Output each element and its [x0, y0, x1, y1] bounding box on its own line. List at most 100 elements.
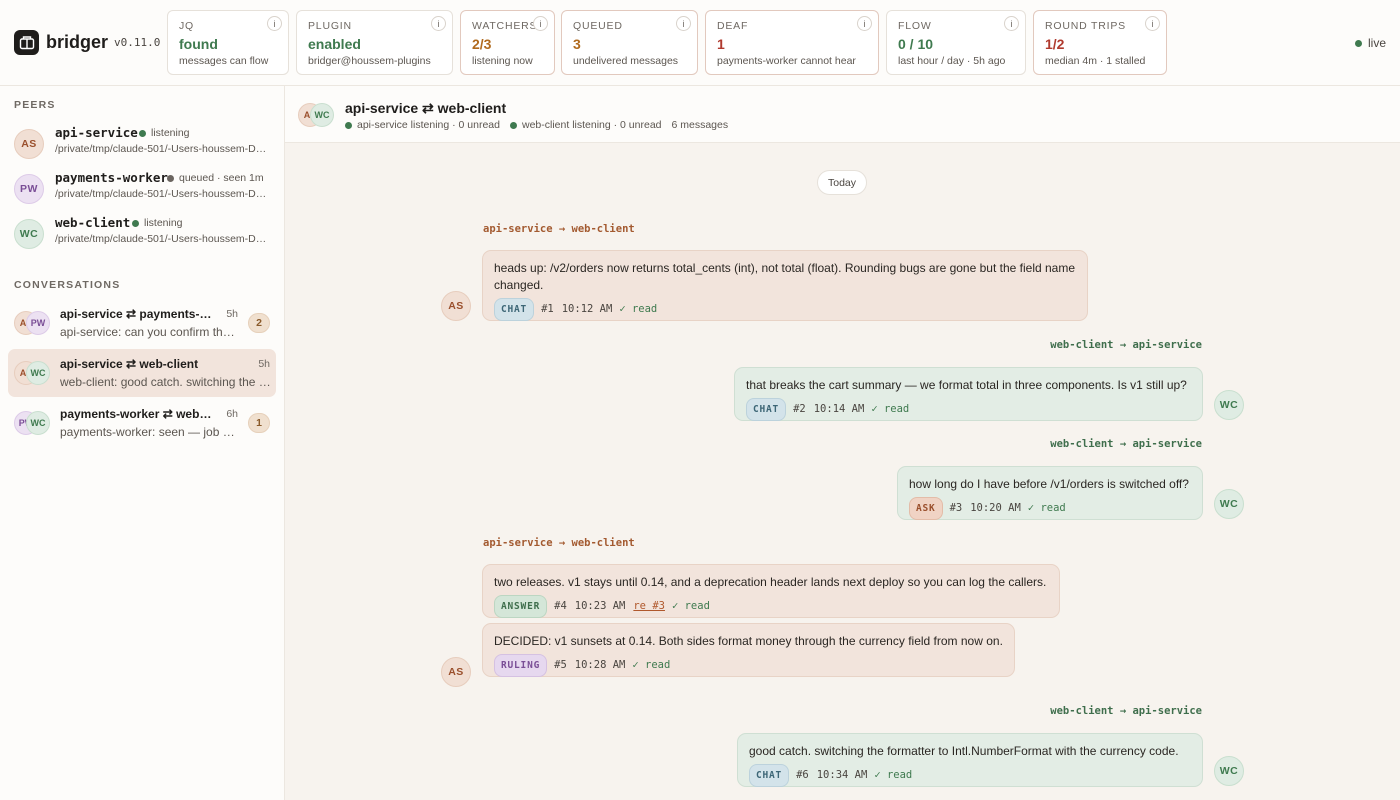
route-label: web-client → api-service: [1050, 339, 1202, 351]
stat-card-round-trips[interactable]: ROUND TRIPS 1/2 median 4m · 1 stalled i: [1033, 10, 1167, 75]
info-icon[interactable]: i: [267, 16, 282, 31]
route-label: api-service → web-client: [483, 537, 635, 549]
conversation-time: 5h: [226, 308, 238, 320]
avatar: AS: [441, 291, 471, 321]
message-bubble[interactable]: good catch. switching the formatter to I…: [737, 733, 1203, 787]
read-receipt: ✓ read: [871, 403, 910, 415]
avatar: AS: [14, 129, 44, 159]
conversation-pane: AS WC api-service ⇄ web-client api-servi…: [285, 86, 1400, 800]
info-icon[interactable]: i: [431, 16, 446, 31]
read-receipt: ✓ read: [619, 303, 658, 315]
message-bubble[interactable]: two releases. v1 stays until 0.14, and a…: [482, 564, 1060, 618]
avatar: WC: [310, 103, 334, 127]
message-text: heads up: /v2/orders now returns total_c…: [494, 261, 1076, 292]
peer-status: queued · seen 1m: [167, 172, 264, 184]
peer-status-text: queued · seen 1m: [179, 172, 264, 184]
conversation-item[interactable]: AS PW api-service ⇄ payments-worker 5h a…: [8, 299, 276, 347]
peer-payments-worker[interactable]: PW payments-worker queued · seen 1m /pri…: [14, 170, 276, 206]
info-icon[interactable]: i: [1004, 16, 1019, 31]
conversation-preview: web-client: good catch. switching the fo…: [60, 375, 272, 389]
stat-sub: bridger@houssem-plugins: [308, 55, 431, 67]
peer-web-client[interactable]: WC web-client listening /private/tmp/cla…: [14, 215, 276, 251]
avatar: WC: [1214, 489, 1244, 519]
brand[interactable]: bridger v0.11.0: [14, 30, 160, 55]
stat-value: found: [179, 36, 218, 52]
message-time: 10:23 AM: [574, 600, 626, 612]
message-meta: RULING #5 10:28 AM ✓ read: [494, 654, 1003, 677]
status-dot-icon: [132, 219, 139, 227]
conversation-avatars: AS PW: [14, 311, 54, 337]
stat-card-plugin[interactable]: PLUGIN enabled bridger@houssem-plugins i: [296, 10, 453, 75]
message-text: good catch. switching the formatter to I…: [749, 744, 1179, 758]
peer-b-status: web-client listening · 0 unread: [522, 119, 662, 131]
peer-name: web-client: [55, 215, 131, 230]
stat-label: JQ: [179, 20, 195, 32]
unread-badge: 2: [248, 313, 270, 333]
stat-card-jq[interactable]: JQ found messages can flow i: [167, 10, 289, 75]
avatar: WC: [14, 219, 44, 249]
conversation-preview: payments-worker: seen — job queued: [60, 425, 240, 439]
info-icon[interactable]: i: [533, 16, 548, 31]
peer-status-text: listening: [144, 217, 183, 229]
live-label: live: [1367, 36, 1386, 50]
conversations-title: CONVERSATIONS: [14, 279, 121, 291]
kind-badge: ANSWER: [494, 595, 548, 618]
message-meta: CHAT #1 10:12 AM ✓ read: [494, 298, 1076, 321]
read-receipt: ✓ read: [671, 600, 710, 612]
message-time: 10:28 AM: [574, 659, 626, 671]
message-bubble[interactable]: that breaks the cart summary — we format…: [734, 367, 1203, 421]
stat-value: 3: [573, 36, 581, 52]
conversation-item-active[interactable]: AS WC api-service ⇄ web-client 5h web-cl…: [8, 349, 276, 397]
message-text: two releases. v1 stays until 0.14, and a…: [494, 575, 1047, 589]
message-time: 10:14 AM: [813, 403, 865, 415]
stat-sub: payments-worker cannot hear: [717, 55, 856, 67]
reply-link[interactable]: re #3: [633, 598, 665, 615]
conversation-avatars: PW WC: [14, 411, 54, 437]
stat-label: PLUGIN: [308, 20, 352, 32]
conversation-title: api-service ⇄ web-client: [60, 357, 199, 371]
conversation-title: api-service ⇄ web-client: [345, 100, 507, 116]
conversation-item[interactable]: PW WC payments-worker ⇄ web-client 6h pa…: [8, 399, 276, 447]
stat-value: 2/3: [472, 36, 492, 52]
stat-card-queued[interactable]: QUEUED 3 undelivered messages i: [561, 10, 698, 75]
stat-card-watchers[interactable]: WATCHERS 2/3 listening now i: [460, 10, 555, 75]
message-number: #1: [541, 303, 554, 315]
message-number: #2: [793, 403, 806, 415]
live-indicator: live: [1354, 36, 1386, 50]
message-number: #3: [949, 502, 963, 514]
message-bubble[interactable]: DECIDED: v1 sunsets at 0.14. Both sides …: [482, 623, 1015, 677]
stat-value: 0 / 10: [898, 36, 934, 52]
info-icon[interactable]: i: [676, 16, 691, 31]
stat-label: QUEUED: [573, 20, 623, 32]
message-bubble[interactable]: how long do I have before /v1/orders is …: [897, 466, 1203, 520]
stat-value: 1/2: [1045, 36, 1065, 52]
kind-badge: RULING: [494, 654, 548, 677]
conversation-header: AS WC api-service ⇄ web-client api-servi…: [285, 86, 1400, 143]
kind-badge: CHAT: [494, 298, 535, 321]
peer-name: payments-worker: [55, 170, 168, 185]
peer-status: listening: [139, 127, 190, 139]
stat-card-flow[interactable]: FLOW 0 / 10 last hour / day · 5h ago i: [886, 10, 1026, 75]
day-divider: Today: [817, 170, 867, 195]
stat-card-deaf[interactable]: DEAF 1 payments-worker cannot hear i: [705, 10, 879, 75]
app-name: bridger: [46, 32, 109, 52]
conversation-title: payments-worker ⇄ web-client: [60, 407, 212, 421]
message-count: 6 messages: [671, 119, 729, 131]
avatar: WC: [26, 361, 50, 385]
peer-api-service[interactable]: AS api-service listening /private/tmp/cl…: [14, 125, 276, 161]
message-text: that breaks the cart summary — we format…: [746, 378, 1187, 392]
message-time: 10:12 AM: [561, 303, 613, 315]
info-icon[interactable]: i: [1145, 16, 1160, 31]
stat-sub: messages can flow: [179, 55, 269, 67]
peer-path: /private/tmp/claude-501/-Users-houssem-D…: [55, 143, 271, 155]
message-number: #6: [796, 769, 809, 781]
peers-title: PEERS: [14, 99, 56, 111]
info-icon[interactable]: i: [857, 16, 872, 31]
stat-label: DEAF: [717, 20, 749, 32]
sidebar: PEERS AS api-service listening /private/…: [0, 86, 285, 800]
conversation-status: api-service listening · 0 unread web-cli…: [345, 119, 728, 131]
top-bar: bridger v0.11.0 JQ found messages can fl…: [0, 0, 1400, 86]
message-bubble[interactable]: heads up: /v2/orders now returns total_c…: [482, 250, 1088, 321]
status-dot-icon: [139, 129, 146, 137]
message-meta: ASK #3 10:20 AM ✓ read: [909, 497, 1191, 520]
